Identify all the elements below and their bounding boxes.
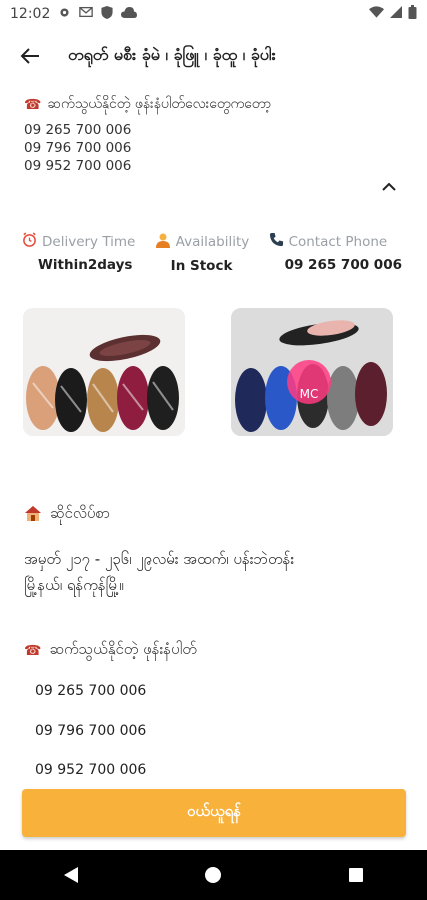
triangle-back-icon [64,867,79,883]
system-nav-bar [0,850,427,900]
contact-summary-heading: ☎ ဆက်သွယ်နိုင်တဲ့ ဖုန်းနံပါတ်လေးတွေကတော့ [24,94,404,115]
telephone-icon: ☎ [24,96,42,113]
nav-home-button[interactable] [193,855,233,895]
back-button[interactable] [14,40,46,72]
phone-receiver-icon [269,232,284,251]
availability-label: Availability [175,234,250,250]
circle-home-icon [205,867,222,883]
availability-info: Availability In Stock [155,232,250,274]
page-title: တရုတ် မစီး ခုံမဲ ၊ ခုံဖြူ ၊ ခုံထူ ၊ ခုံပ… [68,45,276,64]
availability-value: In Stock [170,258,233,274]
gear-icon [58,6,71,23]
shop-address-section: ဆိုင်လိပ်စာ အမှတ် ၂၁၇ - ၂၃၆၊ ၂၉လမ်း အထက်… [24,504,404,598]
arrow-left-icon [20,48,39,64]
phone-number-item[interactable]: 09 265 700 006 [24,672,404,712]
mail-icon [79,6,94,22]
contact-phone-value[interactable]: 09 265 700 006 [269,257,402,273]
status-time: 12:02 [10,6,51,22]
product-photo-2[interactable]: MC [231,308,393,436]
address-line: အမှတ် ၂၁၇ - ၂၃၆၊ ၂၉လမ်း အထက်၊ ပန်းဘဲတန်း [24,550,295,568]
contact-summary-phone[interactable]: 09 796 700 006 [24,139,404,157]
delivery-label: Delivery Time [42,233,136,250]
battery-icon [408,5,417,23]
square-recents-icon [348,868,363,882]
person-icon [155,232,171,252]
phone-number-item[interactable]: 09 952 700 006 [24,751,404,791]
signal-icon [390,6,402,22]
address-heading: ဆိုင်လိပ်စာ [50,504,111,522]
nav-recents-button[interactable] [336,855,376,895]
house-icon [24,505,42,526]
chevron-up-icon [382,182,396,191]
product-photo-1[interactable] [23,308,185,436]
contact-phone-label: Contact Phone [288,233,388,250]
photo-watermark: MC [300,387,319,401]
contact-summary-phone[interactable]: 09 952 700 006 [24,157,404,175]
cloud-icon [121,6,138,22]
phone-number-item[interactable]: 09 796 700 006 [24,712,404,752]
telephone-icon: ☎ [24,643,42,659]
contact-summary-phone[interactable]: 09 265 700 006 [24,121,404,139]
contact-phones-section: ☎ ဆက်သွယ်နိုင်တဲ့ ဖုန်းနံပါတ် 09 265 700… [24,640,404,791]
product-photos: MC [23,308,393,436]
contact-summary-heading-text: ဆက်သွယ်နိုင်တဲ့ ဖုန်းနံပါတ်လေးတွေကတော့ [47,96,272,112]
collapse-button[interactable] [377,174,401,198]
nav-back-button[interactable] [51,855,91,895]
delivery-value: Within2days [38,257,133,273]
address-line: မြို့နယ်၊ ရန်ကုန်မြို့။ [24,576,124,594]
app-bar: တရုတ် မစီး ခုံမဲ ၊ ခုံဖြူ ၊ ခုံထူ ၊ ခုံပ… [0,30,427,82]
delivery-info: Delivery Time Within2days [22,232,135,274]
buy-button[interactable]: ဝယ်ယူရန် [22,789,406,837]
shield-icon [101,5,113,23]
contact-summary: ☎ ဆက်သွယ်နိုင်တဲ့ ဖုန်းနံပါတ်လေးတွေကတော့… [24,94,404,175]
address-text: အမှတ် ၂၁၇ - ၂၃၆၊ ၂၉လမ်း အထက်၊ ပန်းဘဲတန်း… [24,546,404,598]
contact-phones-heading: ဆက်သွယ်နိုင်တဲ့ ဖုန်းနံပါတ် [49,640,197,658]
product-info-row: Delivery Time Within2days Availability I… [22,232,402,274]
contact-phone-info: Contact Phone 09 265 700 006 [269,232,402,274]
status-bar: 12:02 [0,0,427,28]
wifi-icon [369,6,384,22]
alarm-clock-icon [22,232,37,251]
